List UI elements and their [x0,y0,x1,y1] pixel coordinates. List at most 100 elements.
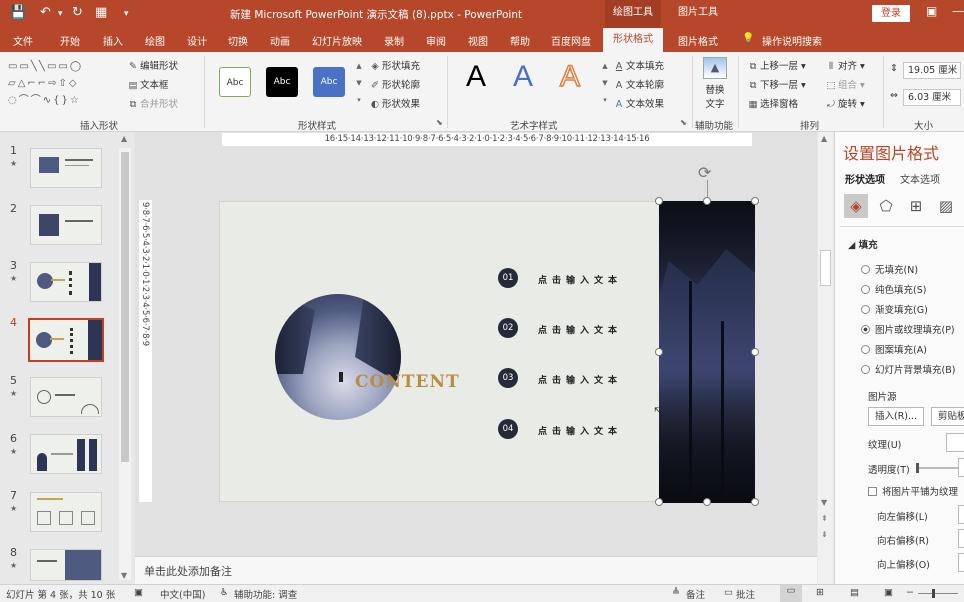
resize-handle-bottom[interactable] [703,498,711,506]
tab-draw[interactable]: 绘图 [145,33,165,48]
radio-slide-background-fill[interactable]: 幻灯片背景填充(B) [861,362,955,376]
shape-style-swatch-1[interactable]: Abc [219,67,251,97]
resize-handle-bottom-right[interactable] [751,498,759,506]
radio-gradient-fill[interactable]: 渐变填充(G) [861,302,928,316]
accessibility-icon[interactable]: ♿ [220,587,229,598]
ribbon-display-icon[interactable]: ▣ [926,4,937,18]
alt-text-button[interactable]: ▲ 替换 文字 [700,57,730,115]
resize-handle-top[interactable] [703,197,711,205]
scroll-down-icon[interactable]: ▼ [121,571,127,580]
editor-scroll-thumb[interactable] [820,250,831,286]
tile-picture-checkbox[interactable]: 将图片平铺为纹理 [868,484,958,498]
tab-shape-format[interactable]: 形状格式 [603,28,663,52]
save-icon[interactable]: 💾 [10,5,26,20]
group-button[interactable]: ⬚ 组合 ▾ [826,77,865,91]
resize-handle-right[interactable] [751,348,759,356]
transparency-input[interactable] [958,458,964,477]
minimize-icon[interactable]: — [952,4,964,18]
radio-no-fill[interactable]: 无填充(N) [861,262,918,276]
thumbnail-scrollbar[interactable] [119,148,131,580]
wordart-style-2[interactable]: A [513,60,533,94]
resize-handle-bottom-left[interactable] [655,498,663,506]
notes-pane[interactable]: 单击此处添加备注 [135,556,817,584]
shapes-gallery[interactable]: ▭▭╲╲▭▭◯ ▱△⌐⌐⇨⇧◇ ◌⌒⌒∿{}☆ [8,58,108,112]
reading-view-icon[interactable]: ▤ [850,587,859,598]
slide-sorter-icon[interactable]: ⊞ [816,587,824,598]
shape-effects-button[interactable]: ◐ 形状效果 [370,96,420,110]
list-item-text[interactable]: 点击输入文本 [538,323,622,336]
wordart-style-1[interactable]: A [466,60,486,94]
wordart-launcher-icon[interactable]: ⬊ [680,118,687,127]
slide-thumbnail-7[interactable] [30,492,102,532]
undo-dropdown-icon[interactable]: ▾ [58,9,63,19]
tab-home[interactable]: 开始 [60,33,80,48]
slide-thumbnail-3[interactable] [30,262,102,302]
transparency-slider[interactable] [916,463,958,473]
editor-scrollbar[interactable]: ▲ ▼ ⇞ ⇟ [818,132,833,584]
spell-check-icon[interactable]: ▣ [134,587,143,598]
normal-view-icon[interactable]: ▭ [780,585,802,602]
shape-outline-button[interactable]: ✐ 形状轮廓 [370,77,420,91]
fill-section-header[interactable]: ◢ 填充 [848,237,878,251]
circle-forest-image[interactable] [275,294,401,420]
fill-line-icon[interactable]: ◈ [844,194,868,218]
shape-fill-button[interactable]: ◈ 形状填充 [370,58,420,72]
tab-file[interactable]: 文件 [13,33,33,48]
redo-icon[interactable]: ↻ [72,5,83,20]
radio-picture-texture-fill[interactable]: 图片或纹理填充(P) [861,322,955,336]
tab-help[interactable]: 帮助 [510,33,530,48]
tab-slideshow[interactable]: 幻灯片放映 [312,33,362,48]
align-button[interactable]: ⫴ 对齐 ▾ [826,58,865,72]
language-status[interactable]: 中文(中国) [160,587,205,601]
resize-handle-top-left[interactable] [655,197,663,205]
insert-picture-button[interactable]: 插入(R)... [868,407,925,426]
thumbnail-scroll-thumb[interactable] [121,152,129,462]
slide-thumbnail-1[interactable] [30,148,102,188]
previous-slide-icon[interactable]: ⇞ [821,514,828,523]
tab-insert[interactable]: 插入 [103,33,123,48]
bring-forward-button[interactable]: ⧉ 上移一层 ▾ [748,58,806,72]
zoom-slider-thumb[interactable] [932,589,935,598]
login-button[interactable]: 登录 [872,5,910,22]
radio-solid-fill[interactable]: 纯色填充(S) [861,282,926,296]
customize-toolbar-icon[interactable]: ▾ [124,9,129,19]
content-heading[interactable]: CONTENT [355,372,460,392]
tab-design[interactable]: 设计 [187,33,207,48]
list-item-text[interactable]: 点击输入文本 [538,273,622,286]
list-item-text[interactable]: 点击输入文本 [538,373,622,386]
tab-animations[interactable]: 动画 [270,33,290,48]
shape-styles-launcher-icon[interactable]: ⬊ [436,118,443,127]
wordart-style-3[interactable]: A [559,59,581,94]
rotation-handle-icon[interactable]: ⟳ [698,163,718,183]
next-slide-icon[interactable]: ⇟ [821,530,828,539]
texture-dropdown[interactable] [946,433,964,452]
slide-thumbnail-6[interactable] [30,434,102,474]
start-from-beginning-icon[interactable]: ▦ [95,5,107,20]
effects-icon[interactable]: ⬠ [874,194,898,218]
text-fill-button[interactable]: A 文本填充 [614,58,664,72]
size-properties-icon[interactable]: ⊞ [904,194,928,218]
shape-style-swatch-3[interactable]: Abc [313,67,345,97]
offset-up-input[interactable] [958,553,964,572]
shape-style-scroll[interactable]: ▲ ▼ ▾ [354,58,364,110]
edit-shape-button[interactable]: ✎ 编辑形状 [128,58,178,72]
tab-review[interactable]: 审阅 [426,33,446,48]
picture-icon[interactable]: ▨ [934,194,958,218]
scroll-up-icon[interactable]: ▲ [121,134,127,143]
zoom-out-icon[interactable]: − [906,587,914,598]
tab-view[interactable]: 视图 [468,33,488,48]
slide-thumbnail-8[interactable] [30,549,102,581]
tab-text-options[interactable]: 文本选项 [900,171,940,186]
resize-handle-left[interactable] [655,348,663,356]
tab-baidu-netdisk[interactable]: 百度网盘 [551,33,591,48]
scroll-up-icon[interactable]: ▲ [821,134,827,143]
shape-width-input[interactable]: 6.03 厘米 [903,89,961,106]
tell-me-search[interactable]: 操作说明搜索 [762,33,822,48]
radio-pattern-fill[interactable]: 图案填充(A) [861,342,927,356]
tab-transitions[interactable]: 切换 [228,33,248,48]
offset-left-input[interactable] [958,505,964,524]
wordart-scroll[interactable]: ▲ ▼ ▾ [600,58,610,110]
offset-right-input[interactable] [958,529,964,548]
undo-icon[interactable]: ↶ [40,5,51,20]
merge-shapes-button[interactable]: ⧉ 合并形状 [128,96,178,110]
